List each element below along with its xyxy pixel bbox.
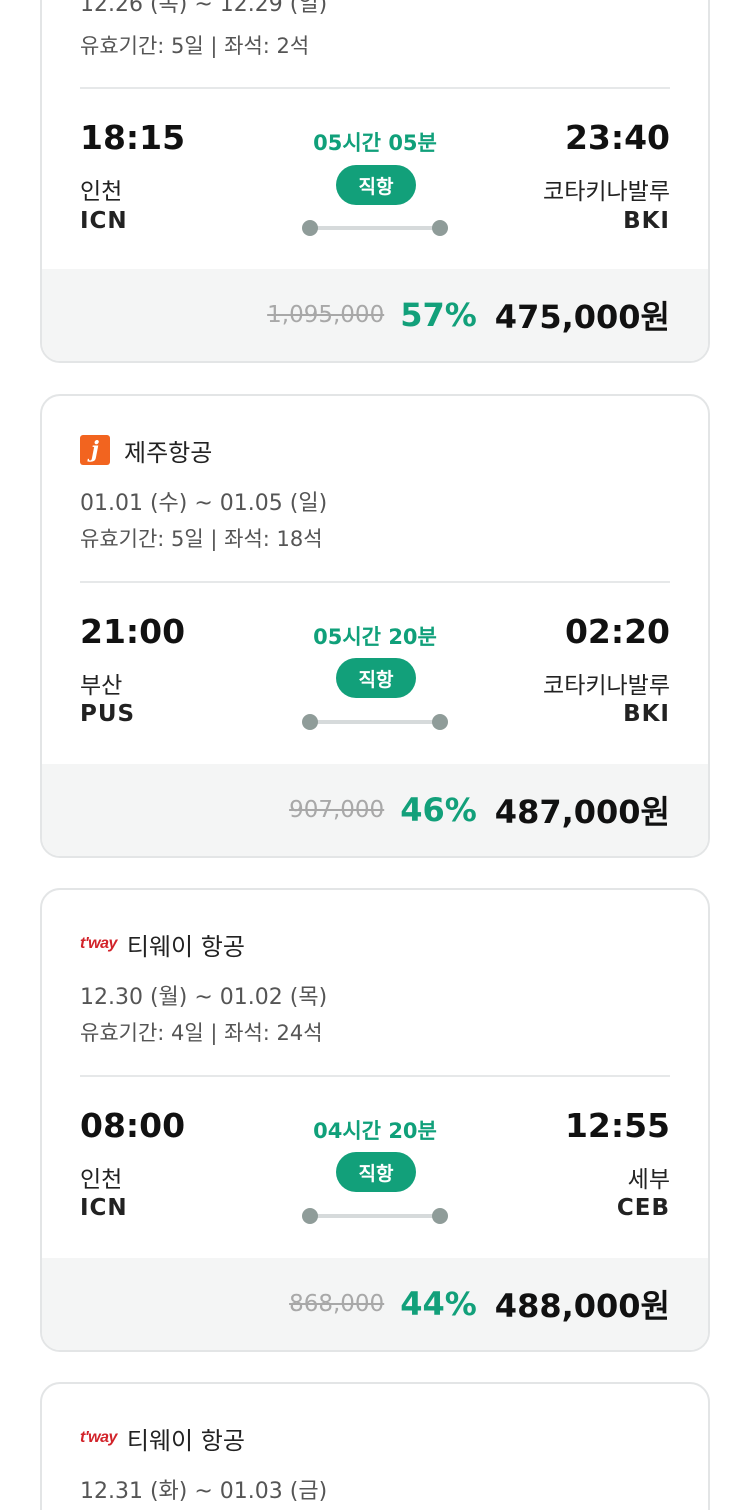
flight-card[interactable]: t'way 티웨이 항공 12.30 (월) ~ 01.02 (목) 유효기간:…	[40, 888, 710, 1352]
direct-flight-badge: 직항	[336, 165, 416, 205]
destination-dot-icon	[432, 1208, 448, 1224]
flight-card[interactable]: j 제주항공 01.01 (수) ~ 01.05 (일) 유효기간: 5일 | …	[40, 394, 710, 858]
arrival-time: 02:20	[564, 612, 670, 651]
route-line	[302, 714, 448, 730]
divider	[80, 87, 670, 89]
discount-rate: 57%	[400, 296, 477, 334]
direct-flight-badge: 직항	[336, 658, 416, 698]
price-bar: 907,000 46% 487,000원	[42, 764, 708, 856]
destination-dot-icon	[432, 714, 448, 730]
origin-dot-icon	[302, 714, 318, 730]
original-price: 907,000	[289, 797, 385, 823]
divider	[80, 1075, 670, 1077]
arrival-time: 23:40	[564, 118, 670, 157]
departure-code: PUS	[80, 701, 136, 727]
departure-code: ICN	[80, 208, 128, 234]
route-line	[302, 1208, 448, 1224]
arrival-code: BKI	[623, 208, 670, 234]
flight-card[interactable]: 12.26 (목) ~ 12.29 (일) 유효기간: 5일 | 좌석: 2석 …	[40, 0, 710, 363]
travel-dates: 12.30 (월) ~ 01.02 (목)	[80, 985, 328, 1010]
discount-rate: 46%	[400, 791, 477, 829]
sale-price: 475,000원	[494, 298, 670, 336]
airline-name: 제주항공	[124, 438, 213, 467]
departure-city: 인천	[80, 1167, 123, 1193]
divider	[80, 581, 670, 583]
price-bar: 868,000 44% 488,000원	[42, 1258, 708, 1350]
route-line	[302, 220, 448, 236]
arrival-city: 세부	[627, 1167, 670, 1193]
airline-row: t'way 티웨이 항공	[80, 1422, 245, 1455]
original-price: 868,000	[289, 1291, 385, 1317]
departure-city: 인천	[80, 179, 123, 205]
airline-row: j 제주항공	[80, 434, 213, 467]
origin-dot-icon	[302, 220, 318, 236]
tway-air-logo-icon: t'way	[80, 935, 117, 952]
airline-name: 티웨이 항공	[126, 932, 245, 961]
departure-code: ICN	[80, 1195, 128, 1221]
arrival-city: 코타키나발루	[543, 673, 670, 699]
destination-dot-icon	[432, 220, 448, 236]
airline-row: t'way 티웨이 항공	[80, 928, 245, 961]
validity-seats: 유효기간: 5일 | 좌석: 18석	[80, 527, 323, 551]
arrival-code: CEB	[616, 1195, 670, 1221]
price-bar: 1,095,000 57% 475,000원	[42, 269, 708, 361]
arrival-code: BKI	[623, 701, 670, 727]
travel-dates: 01.01 (수) ~ 01.05 (일)	[80, 491, 328, 516]
validity-seats: 유효기간: 5일 | 좌석: 2석	[80, 34, 310, 58]
original-price: 1,095,000	[267, 302, 385, 328]
sale-price: 488,000원	[494, 1287, 670, 1325]
direct-flight-badge: 직항	[336, 1152, 416, 1192]
arrival-city: 코타키나발루	[543, 179, 670, 205]
flight-card[interactable]: t'way 티웨이 항공 12.31 (화) ~ 01.03 (금)	[40, 1382, 710, 1510]
departure-city: 부산	[80, 673, 123, 699]
origin-dot-icon	[302, 1208, 318, 1224]
validity-seats: 유효기간: 4일 | 좌석: 24석	[80, 1021, 323, 1045]
airline-name: 티웨이 항공	[126, 1426, 245, 1455]
travel-dates: 12.26 (목) ~ 12.29 (일)	[80, 0, 328, 17]
sale-price: 487,000원	[494, 793, 670, 831]
discount-rate: 44%	[400, 1285, 477, 1323]
tway-air-logo-icon: t'way	[80, 1429, 117, 1446]
jeju-air-logo-icon: j	[80, 435, 110, 465]
travel-dates: 12.31 (화) ~ 01.03 (금)	[80, 1479, 328, 1504]
arrival-time: 12:55	[564, 1106, 670, 1145]
